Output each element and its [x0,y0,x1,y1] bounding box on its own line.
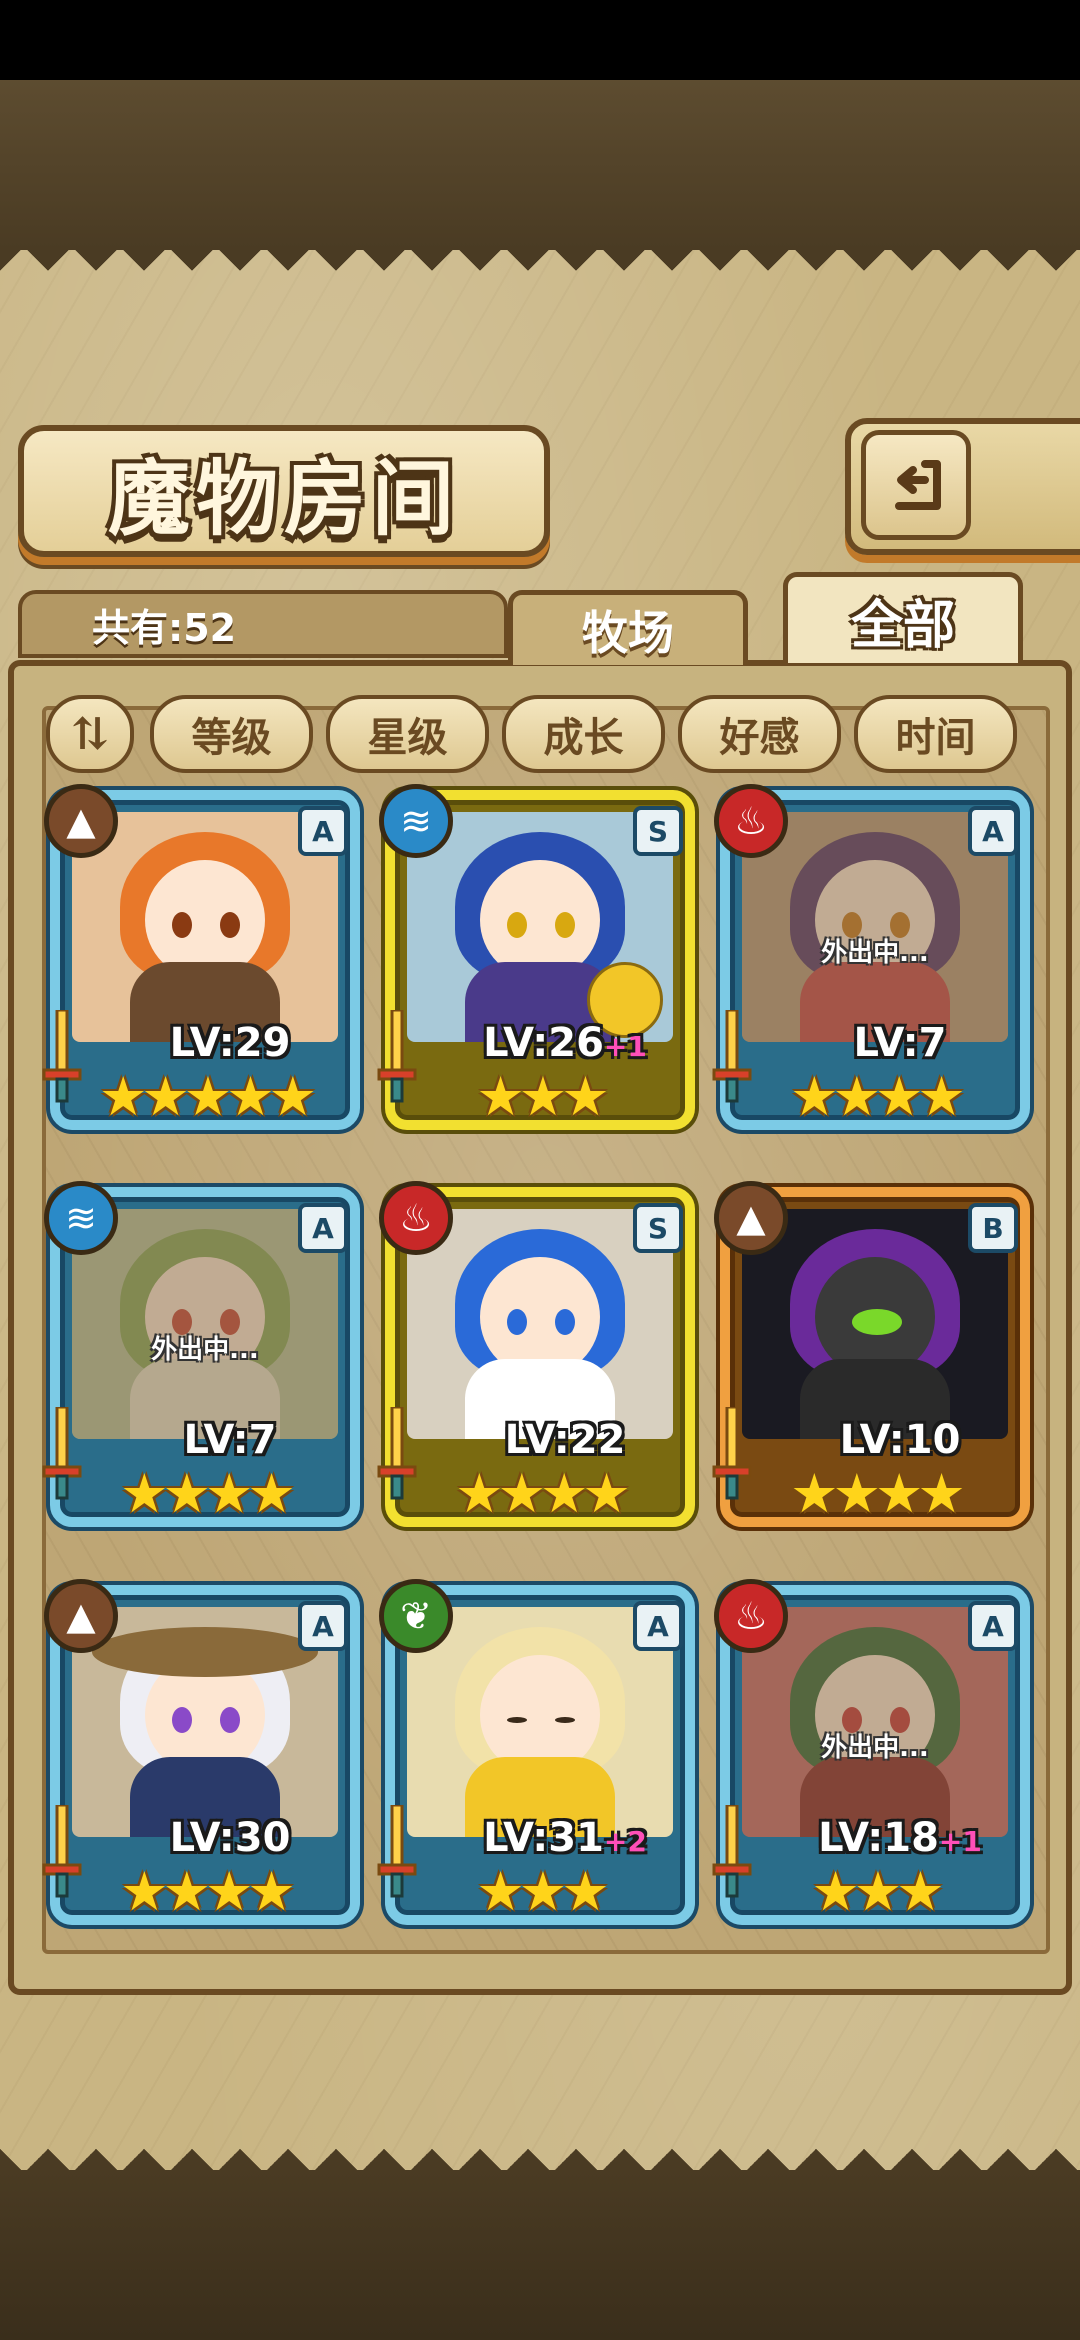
monster-card[interactable]: 外出中... A ♨ LV:18+1 ★★★ [712,1579,1030,1925]
filter-level-button[interactable]: 等级 [150,695,313,773]
monster-level: LV:22 [445,1417,685,1463]
monster-card[interactable]: 外出中... A ♨ LV:7 ★★★★ [712,784,1030,1130]
tab-all-label: 全部 [850,594,955,656]
filter-affection-label: 好感 [719,714,800,761]
monster-card[interactable]: A ❦ LV:31+2 ★★★ [377,1579,695,1925]
back-button[interactable] [861,430,971,540]
level-text: LV:7 [183,1417,277,1463]
mountain-icon: ▲ [714,1181,788,1255]
monster-count-panel: 共有:52 [18,590,508,658]
away-status: 外出中... [821,938,929,968]
star-rating: ★★★ [811,1859,944,1923]
waves-icon: ≋ [44,1181,118,1255]
return-arrow-icon [895,460,941,510]
level-bonus: +1 [603,1030,647,1063]
away-status: 外出中... [821,1733,929,1763]
star-rating: ★★★★ [455,1461,631,1525]
rarity-badge: S [633,1203,683,1253]
level-bonus: +2 [603,1825,647,1858]
flame-icon: ♨ [714,1579,788,1653]
rarity-badge: A [968,806,1018,856]
star-rating: ★★★★ [120,1859,296,1923]
level-text: LV:18 [818,1815,939,1861]
rarity-badge: A [968,1601,1018,1651]
rarity-badge: A [298,1601,348,1651]
rarity-badge: S [633,806,683,856]
filter-growth-label: 成长 [543,714,624,761]
level-bonus: +1 [938,1825,982,1858]
monster-card[interactable]: 外出中... A ≋ LV:7 ★★★★ [42,1181,360,1527]
star-rating: ★★★ [476,1064,609,1128]
away-status: 外出中... [151,1335,259,1365]
tab-ranch[interactable]: 牧场 [508,590,748,665]
monster-level: LV:30 [110,1815,350,1861]
filter-star-button[interactable]: 星级 [326,695,489,773]
monster-level: LV:10 [780,1417,1020,1463]
monster-card[interactable]: S ♨ LV:22 ★★★★ [377,1181,695,1527]
monster-count: 共有:52 [92,605,237,650]
zigzag-edge-top [0,250,1080,286]
rarity-badge: A [633,1601,683,1651]
sort-order-toggle[interactable]: ⇅ [46,695,134,773]
filter-bar: ⇅ 等级 星级 成长 好感 时间 [46,695,1026,773]
rarity-badge: B [968,1203,1018,1253]
monster-card[interactable]: A ▲ LV:30 ★★★★ [42,1579,360,1925]
star-rating: ★★★ [476,1859,609,1923]
level-text: LV:31 [483,1815,604,1861]
page-title: 魔物房间 [107,450,460,547]
star-rating: ★★★★ [120,1461,296,1525]
rarity-badge: A [298,806,348,856]
flame-icon: ♨ [379,1181,453,1255]
sword-icon [377,1805,417,1898]
star-rating: ★★★★ [790,1461,966,1525]
sword-icon [377,1407,417,1500]
top-map-band [0,80,1080,250]
level-text: LV:26 [483,1020,604,1066]
monster-card[interactable]: A ▲ LV:29 ★★★★★ [42,784,360,1130]
monster-level: LV:7 [110,1417,350,1463]
waves-icon: ≋ [379,784,453,858]
tab-ranch-label: 牧场 [582,606,674,660]
level-text: LV:30 [169,1815,291,1861]
sword-icon [42,1010,82,1103]
tab-row: 共有:52 牧场 全部 [18,572,1058,665]
sword-icon [712,1407,752,1500]
level-text: LV:10 [839,1417,961,1463]
monster-level: LV:18+1 [780,1815,1020,1861]
monster-level: LV:7 [780,1020,1020,1066]
title-banner: 魔物房间 [18,425,550,557]
tab-all[interactable]: 全部 [783,572,1023,663]
sword-icon [42,1407,82,1500]
filter-level-label: 等级 [191,714,272,761]
filter-time-label: 时间 [895,714,976,761]
status-bar [0,0,1080,80]
monster-level: LV:29 [110,1020,350,1066]
monster-card[interactable]: B ▲ LV:10 ★★★★ [712,1181,1030,1527]
filter-star-label: 星级 [367,714,448,761]
back-button-holder [845,418,1080,555]
leaf-icon: ❦ [379,1579,453,1653]
sword-icon [42,1805,82,1898]
monster-level: LV:31+2 [445,1815,685,1861]
rarity-badge: A [298,1203,348,1253]
star-rating: ★★★★ [790,1064,966,1128]
zigzag-edge-bottom [0,2134,1080,2170]
monster-card[interactable]: S ≋ LV:26+1 ★★★ [377,784,695,1130]
sword-icon [377,1010,417,1103]
filter-time-button[interactable]: 时间 [854,695,1017,773]
flame-icon: ♨ [714,784,788,858]
filter-affection-button[interactable]: 好感 [678,695,841,773]
bottom-map-band [0,2170,1080,2340]
level-text: LV:29 [169,1020,291,1066]
filter-growth-button[interactable]: 成长 [502,695,665,773]
mountain-icon: ▲ [44,1579,118,1653]
star-rating: ★★★★★ [98,1064,317,1128]
level-text: LV:7 [853,1020,947,1066]
sword-icon [712,1010,752,1103]
sort-order-icon: ⇅ [71,708,109,760]
mountain-icon: ▲ [44,784,118,858]
sword-icon [712,1805,752,1898]
level-text: LV:22 [504,1417,626,1463]
monster-level: LV:26+1 [445,1020,685,1066]
